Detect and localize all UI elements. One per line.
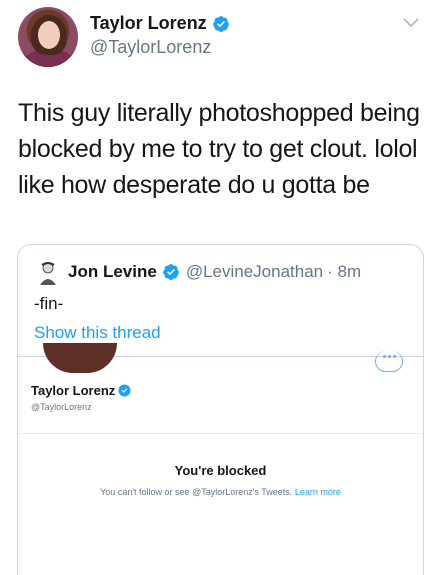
quote-verified-badge-icon: [162, 264, 179, 280]
quote-attached-image[interactable]: Taylor Lorenz @TaylorLorenz You're block…: [18, 343, 423, 575]
image-profile-handle: @TaylorLorenz: [31, 402, 92, 412]
image-divider: [18, 433, 423, 434]
image-verified-badge-icon: [118, 384, 131, 397]
quote-text: -fin-: [34, 294, 64, 313]
quote-author-avatar[interactable]: [34, 259, 62, 287]
image-profile-name-row: Taylor Lorenz: [31, 383, 131, 398]
tweet-text: This guy literally photoshopped being bl…: [18, 99, 420, 199]
image-profile-avatar: [43, 343, 117, 373]
show-thread-link[interactable]: Show this thread: [34, 323, 161, 343]
quote-author-handle[interactable]: @LevineJonathan: [186, 262, 323, 282]
learn-more-link: Learn more: [294, 487, 341, 497]
quote-author-name[interactable]: Jon Levine: [68, 262, 157, 282]
author-handle[interactable]: @TaylorLorenz: [90, 37, 211, 58]
author-name[interactable]: Taylor Lorenz: [90, 13, 207, 34]
author-avatar[interactable]: [18, 7, 78, 67]
tweet: Taylor Lorenz @TaylorLorenz This guy lit…: [0, 0, 440, 575]
quote-timestamp[interactable]: · 8m: [327, 262, 361, 282]
avatar-face: [38, 21, 60, 49]
verified-badge-icon: [212, 15, 229, 32]
author-name-row: Taylor Lorenz: [90, 13, 230, 34]
blocked-message-text: You can't follow or see @TaylorLorenz's …: [100, 487, 293, 497]
image-profile-name: Taylor Lorenz: [31, 383, 116, 398]
quoted-tweet[interactable]: Jon Levine @LevineJonathan · 8m -fin- Sh…: [17, 244, 424, 575]
more-options-icon: [375, 351, 403, 372]
chevron-down-icon[interactable]: [402, 17, 420, 29]
blocked-title: You're blocked: [174, 463, 267, 478]
quote-author-row: Jon Levine @LevineJonathan · 8m: [68, 262, 361, 282]
blocked-message: You can't follow or see @TaylorLorenz's …: [18, 487, 423, 497]
